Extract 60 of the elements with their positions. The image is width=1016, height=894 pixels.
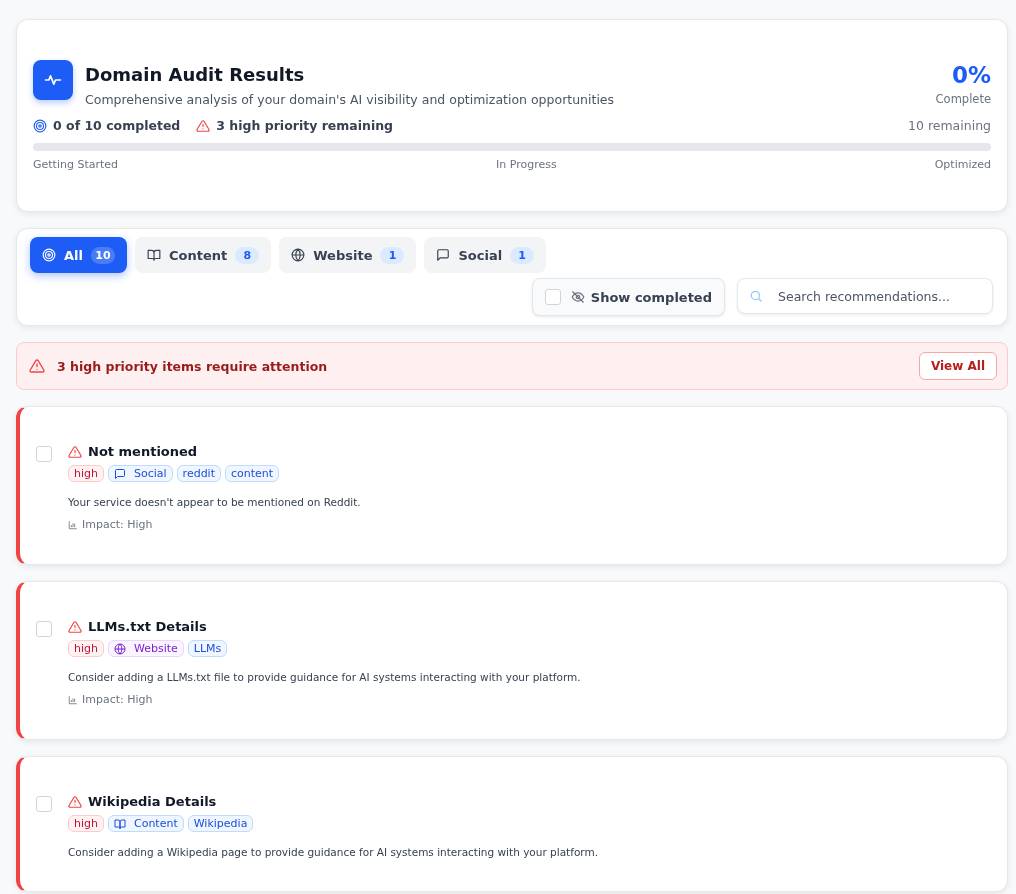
remaining-count: 10 remaining <box>908 118 991 133</box>
category-tag: Social <box>108 465 173 482</box>
filter-tab[interactable]: Content 8 <box>135 237 272 273</box>
count-badge: 1 <box>380 246 405 264</box>
percent-value: 0% <box>950 62 991 88</box>
impact-label: Impact: High <box>82 518 153 531</box>
recommendation-description: Consider adding a Wikipedia page to provide guidance for AI systems interacting with your platform. <box>68 846 600 858</box>
checkbox[interactable] <box>36 796 52 812</box>
target-icon <box>42 248 56 262</box>
recommendation-description: Your service doesn't appear to be mentioned on Reddit. <box>68 496 362 508</box>
book-icon <box>147 248 161 262</box>
globe-icon <box>114 642 126 655</box>
warning-icon <box>196 118 211 133</box>
keyword-tag: LLMs <box>187 640 228 657</box>
show-completed-toggle[interactable]: Show completed <box>531 278 725 316</box>
view-all-button[interactable]: View All <box>918 352 997 380</box>
percent-label: Complete <box>935 92 991 106</box>
filter-tab[interactable]: Website 1 <box>279 237 417 273</box>
target-icon <box>33 118 47 133</box>
warning-icon <box>29 358 45 374</box>
page-title: Domain Audit Results <box>85 64 306 85</box>
recommendation-title: Not mentioned <box>88 444 198 459</box>
chat-bubble-icon <box>436 248 451 262</box>
priority-tag: high <box>68 465 104 482</box>
chat-bubble-icon <box>114 467 126 480</box>
count-badge: 1 <box>510 246 535 264</box>
checkbox[interactable] <box>36 446 52 462</box>
eye-off-icon <box>570 290 585 304</box>
recommendation-description: Consider adding a LLMs.txt file to provide guidance for AI systems interacting with your platform. <box>68 671 582 683</box>
priority-tag: high <box>68 640 104 657</box>
stage-label: In Progress <box>496 158 557 171</box>
stage-label: Getting Started <box>33 158 119 171</box>
bar-chart-icon <box>68 694 78 705</box>
page-subtitle: Comprehensive analysis of your domain's AI visibility and optimization opportunities <box>85 92 616 107</box>
category-tag: Content <box>108 815 184 832</box>
warning-icon <box>68 794 82 809</box>
impact-label: Impact: High <box>82 693 153 706</box>
completed-count: 0 of 10 completed <box>53 118 181 133</box>
keyword-tag: Wikipedia <box>187 815 254 832</box>
checkbox[interactable] <box>544 289 561 305</box>
book-icon <box>114 817 126 830</box>
count-badge: 10 <box>91 246 115 264</box>
warning-icon <box>68 444 82 459</box>
warning-icon <box>68 619 82 634</box>
keyword-tag: reddit <box>176 465 221 482</box>
priority-tag: high <box>68 815 104 832</box>
checkbox[interactable] <box>36 621 52 637</box>
stage-label: Optimized <box>934 158 991 171</box>
recommendation-title: LLMs.txt Details <box>88 619 207 634</box>
keyword-tag: content <box>225 465 280 482</box>
bar-chart-icon <box>68 519 78 530</box>
category-tag: Website <box>108 640 184 657</box>
count-badge: 8 <box>235 246 260 264</box>
search-field[interactable]: Search recommendations... <box>737 278 993 314</box>
recommendation-title: Wikipedia Details <box>88 794 217 809</box>
alert-text: 3 high priority items require attention <box>57 358 329 374</box>
filter-tab[interactable]: All 10 <box>30 237 127 273</box>
high-priority-count: 3 high priority remaining <box>216 118 394 133</box>
filter-tab[interactable]: Social 1 <box>424 237 547 273</box>
globe-icon <box>291 248 306 262</box>
